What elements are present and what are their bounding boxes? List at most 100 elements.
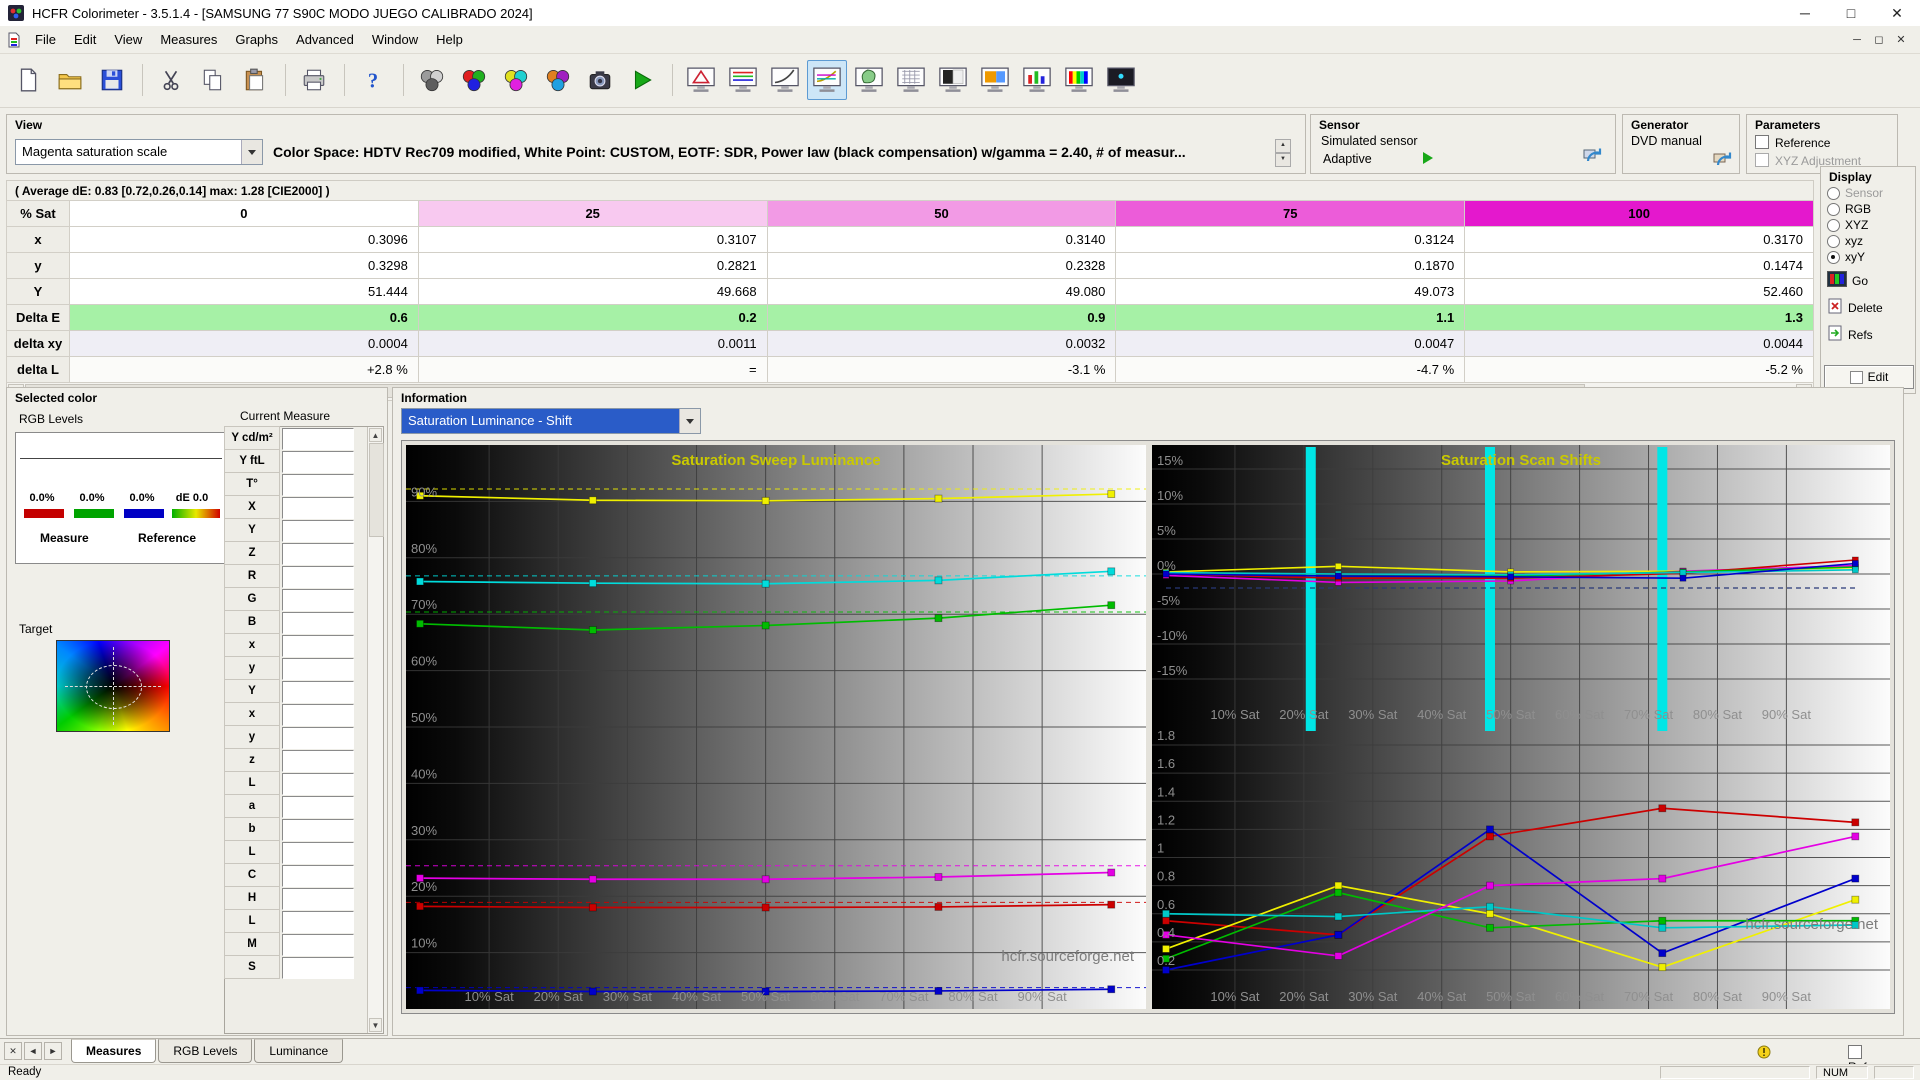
info-spinner[interactable]: ▲ ▼ (1275, 139, 1291, 165)
measure-cell-delta-l-50[interactable]: -3.1 % (767, 357, 1116, 383)
measure-cell-delta-e-75[interactable]: 1.1 (1116, 305, 1465, 331)
toolbar-view-cie-diagram-button[interactable] (849, 60, 889, 100)
close-button[interactable]: ✕ (1874, 0, 1920, 26)
tab-scroll-right-icon[interactable]: ► (44, 1042, 62, 1060)
tab-luminance[interactable]: Luminance (254, 1039, 343, 1063)
toolbar-measure-grayscale-button[interactable] (412, 60, 452, 100)
spinner-up-icon[interactable]: ▲ (1275, 139, 1291, 153)
sat-column-header-75[interactable]: 75 (1116, 201, 1465, 227)
scale-select[interactable]: Magenta saturation scale (15, 139, 263, 165)
generator-settings-icon[interactable] (1713, 149, 1733, 172)
toolbar-view-rgb-levels-button[interactable] (723, 60, 763, 100)
measure-cell-y-100[interactable]: 0.1474 (1465, 253, 1814, 279)
minimize-button[interactable]: ─ (1782, 0, 1828, 26)
scroll-up-icon[interactable]: ▲ (369, 428, 382, 442)
measure-cell-delta-xy-25[interactable]: 0.0011 (418, 331, 767, 357)
toolbar-view-crt-button[interactable] (1101, 60, 1141, 100)
display-option-rgb[interactable]: RGB (1827, 201, 1915, 217)
saturation-sweep-luminance-chart[interactable]: 90%80%70%60%50%40%30%20%10%10% Sat20% Sa… (406, 445, 1146, 1009)
edit-button[interactable]: Edit (1824, 365, 1914, 389)
sensor-run-icon[interactable] (1423, 152, 1433, 164)
toolbar-copy-button[interactable] (193, 60, 233, 100)
tab-measures[interactable]: Measures (71, 1039, 156, 1063)
measure-cell-x-25[interactable]: 0.3107 (418, 227, 767, 253)
toolbar-view-color-temperature-button[interactable] (975, 60, 1015, 100)
radio-icon[interactable] (1827, 251, 1840, 264)
measure-cell-y-0[interactable]: 51.444 (70, 279, 419, 305)
toolbar-help-about-button[interactable]: ? (353, 60, 393, 100)
measure-cell-delta-e-0[interactable]: 0.6 (70, 305, 419, 331)
toolbar-view-gamut-button[interactable] (681, 60, 721, 100)
measure-cell-y-25[interactable]: 0.2821 (418, 253, 767, 279)
measure-cell-delta-e-100[interactable]: 1.3 (1465, 305, 1814, 331)
measure-cell-x-100[interactable]: 0.3170 (1465, 227, 1814, 253)
toolbar-new-file-button[interactable] (8, 60, 48, 100)
measure-cell-y-0[interactable]: 0.3298 (70, 253, 419, 279)
menu-measures[interactable]: Measures (151, 27, 226, 52)
menu-view[interactable]: View (105, 27, 151, 52)
sat-column-header-50[interactable]: 50 (767, 201, 1116, 227)
sat-column-header-100[interactable]: 100 (1465, 201, 1814, 227)
toolbar-measure-secondaries-button[interactable] (496, 60, 536, 100)
display-option-xyz[interactable]: xyz (1827, 233, 1915, 249)
measure-cell-y-100[interactable]: 52.460 (1465, 279, 1814, 305)
measure-cell-delta-e-50[interactable]: 0.9 (767, 305, 1116, 331)
maximize-button[interactable]: □ (1828, 0, 1874, 26)
measure-cell-delta-xy-0[interactable]: 0.0004 (70, 331, 419, 357)
toolbar-view-rgb-histogram-button[interactable] (1017, 60, 1057, 100)
toolbar-cut-button[interactable] (151, 60, 191, 100)
chevron-down-icon[interactable] (241, 140, 262, 164)
hint-icon[interactable] (1756, 1044, 1772, 1063)
toolbar-run-measures-button[interactable] (622, 60, 662, 100)
scrollbar-thumb[interactable] (369, 443, 384, 537)
mdi-minimize-icon[interactable]: ─ (1846, 31, 1868, 49)
scroll-down-icon[interactable]: ▼ (369, 1018, 382, 1032)
saturation-scan-shifts-chart[interactable]: 15%10%5%0%-5%-10%-15%1.81.61.41.210.80.6… (1152, 445, 1890, 1009)
toolbar-view-spectrum-button[interactable] (1059, 60, 1099, 100)
toolbar-open-file-button[interactable] (50, 60, 90, 100)
measure-cell-delta-e-25[interactable]: 0.2 (418, 305, 767, 331)
spinner-down-icon[interactable]: ▼ (1275, 153, 1291, 167)
toolbar-measure-primaries-button[interactable] (454, 60, 494, 100)
toolbar-view-contrast-button[interactable] (933, 60, 973, 100)
toolbar-save-file-button[interactable] (92, 60, 132, 100)
measure-cell-delta-l-25[interactable]: = (418, 357, 767, 383)
menu-window[interactable]: Window (363, 27, 427, 52)
display-option-xyz[interactable]: XYZ (1827, 217, 1915, 233)
toolbar-measure-free-button[interactable] (538, 60, 578, 100)
measure-cell-y-50[interactable]: 0.2328 (767, 253, 1116, 279)
radio-icon[interactable] (1827, 235, 1840, 248)
measure-cell-x-0[interactable]: 0.3096 (70, 227, 419, 253)
sensor-settings-icon[interactable] (1583, 145, 1603, 168)
mdi-close-icon[interactable]: ✕ (1890, 31, 1912, 49)
toolbar-paste-button[interactable] (235, 60, 275, 100)
measure-cell-delta-xy-50[interactable]: 0.0032 (767, 331, 1116, 357)
tab-close-icon[interactable]: ✕ (4, 1042, 22, 1060)
menu-help[interactable]: Help (427, 27, 472, 52)
menu-file[interactable]: File (26, 27, 65, 52)
display-delete-button[interactable]: Delete (1827, 298, 1915, 317)
menu-edit[interactable]: Edit (65, 27, 105, 52)
display-go-button[interactable]: Go (1827, 271, 1915, 290)
sat-column-header-25[interactable]: 25 (418, 201, 767, 227)
measure-cell-delta-l-100[interactable]: -5.2 % (1465, 357, 1814, 383)
measure-cell-delta-l-75[interactable]: -4.7 % (1116, 357, 1465, 383)
measure-cell-x-75[interactable]: 0.3124 (1116, 227, 1465, 253)
information-selector[interactable]: Saturation Luminance - Shift (401, 408, 701, 434)
reference-checkbox[interactable]: Reference (1755, 135, 1830, 150)
measure-cell-delta-l-0[interactable]: +2.8 % (70, 357, 419, 383)
chevron-down-icon[interactable] (679, 409, 700, 433)
toolbar-view-measures-grid-button[interactable] (891, 60, 931, 100)
radio-icon[interactable] (1827, 203, 1840, 216)
menu-graphs[interactable]: Graphs (226, 27, 287, 52)
toolbar-snapshot-button[interactable] (580, 60, 620, 100)
toolbar-view-gamma-button[interactable] (765, 60, 805, 100)
measure-cell-x-50[interactable]: 0.3140 (767, 227, 1116, 253)
checkbox-icon[interactable] (1848, 1045, 1862, 1059)
measure-cell-y-25[interactable]: 49.668 (418, 279, 767, 305)
tab-rgb-levels[interactable]: RGB Levels (158, 1039, 252, 1063)
checkbox-icon[interactable] (1755, 135, 1769, 149)
mdi-restore-icon[interactable]: ◻ (1868, 31, 1890, 49)
measure-cell-y-50[interactable]: 49.080 (767, 279, 1116, 305)
current-measure-scrollbar[interactable]: ▲ ▼ (367, 427, 383, 1033)
